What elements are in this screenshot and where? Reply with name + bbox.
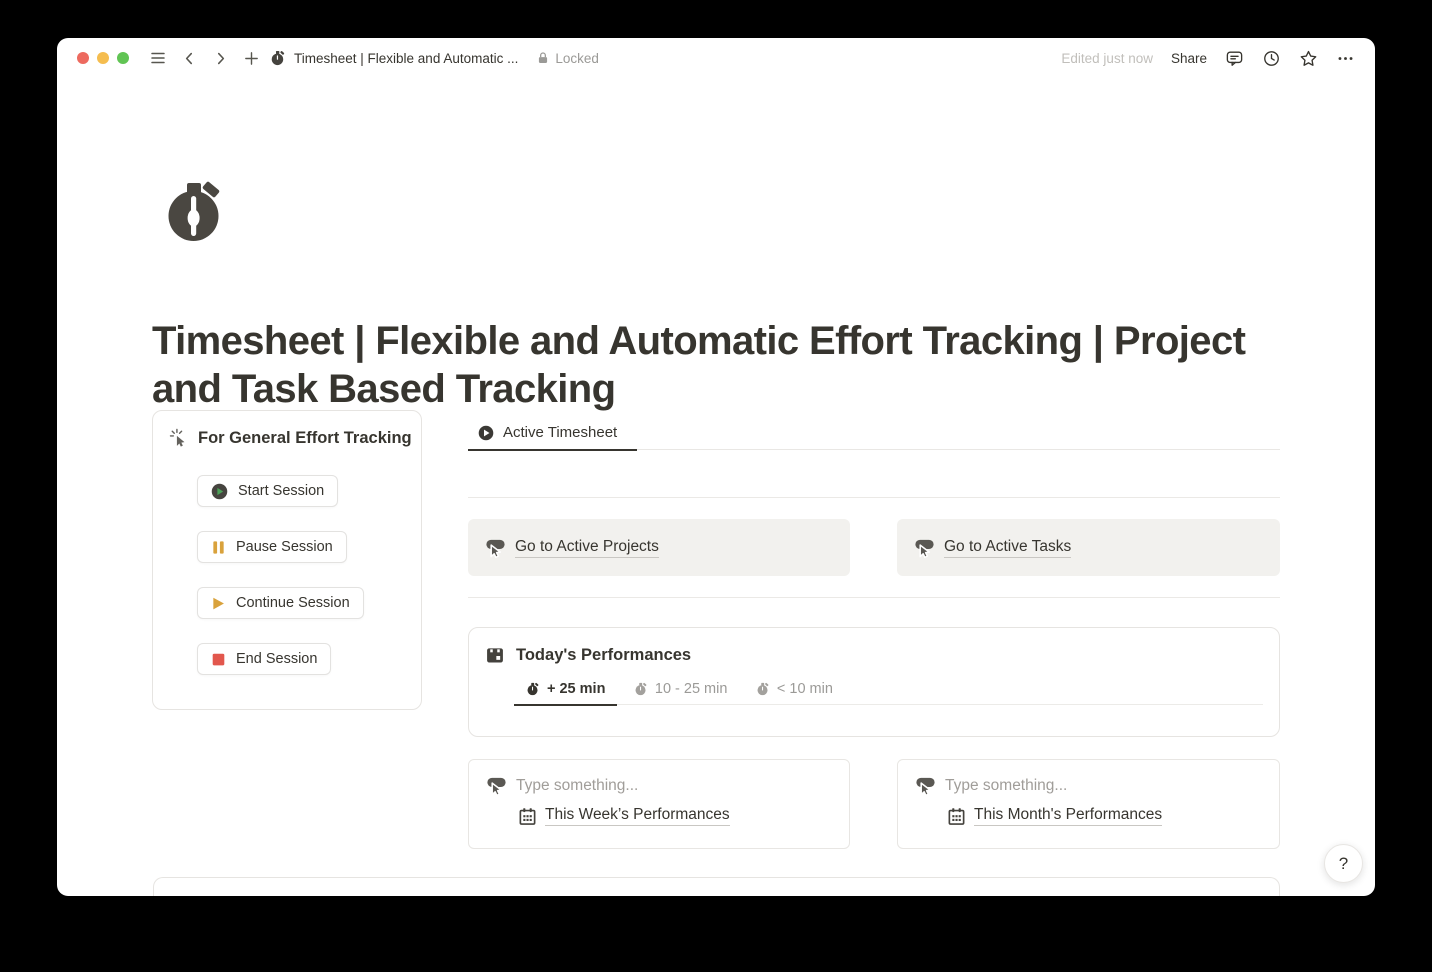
divider: [468, 597, 1280, 598]
type-something-placeholder[interactable]: Type something...: [945, 777, 1067, 795]
continue-session-button[interactable]: Continue Session: [197, 587, 364, 619]
session-button-label: Start Session: [238, 483, 324, 499]
session-button-label: Continue Session: [236, 595, 350, 611]
hand-click-icon: [484, 536, 507, 559]
tab-label: 10 - 25 min: [655, 681, 728, 697]
tab-10-25-min[interactable]: 10 - 25 min: [622, 673, 740, 705]
session-button-label: Pause Session: [236, 539, 333, 555]
effort-tracking-card: For General Effort Tracking Start Sessio…: [152, 410, 422, 710]
go-to-active-projects[interactable]: Go to Active Projects: [468, 519, 850, 576]
share-button[interactable]: Share: [1171, 51, 1207, 66]
back-icon[interactable]: [181, 50, 198, 67]
type-something-placeholder[interactable]: Type something...: [516, 777, 638, 795]
page-tab[interactable]: Timesheet | Flexible and Automatic ...: [270, 50, 518, 66]
divider: [468, 497, 1280, 498]
page-title[interactable]: Timesheet | Flexible and Automatic Effor…: [152, 317, 1248, 413]
favorite-star-icon[interactable]: [1299, 49, 1318, 68]
forward-icon[interactable]: [212, 50, 229, 67]
minimize-window-button[interactable]: [97, 52, 109, 64]
help-button[interactable]: ?: [1324, 844, 1363, 883]
todays-performances-card: Today's Performances + 25 min 10 - 25 mi…: [468, 627, 1280, 737]
hand-click-icon: [913, 536, 936, 559]
stop-icon: [211, 652, 226, 667]
this-week-card: Type something... This Week’s Performanc…: [468, 759, 850, 849]
edited-timestamp: Edited just now: [1061, 51, 1153, 66]
tab-label: + 25 min: [547, 681, 605, 697]
page-stopwatch-icon[interactable]: [163, 178, 227, 242]
this-month-performances-link[interactable]: This Month's Performances: [974, 806, 1162, 826]
history-icon[interactable]: [1262, 49, 1281, 68]
start-session-button[interactable]: Start Session: [197, 475, 338, 507]
stopwatch-icon: [634, 682, 648, 696]
duration-tabbar: + 25 min 10 - 25 min < 10 min: [514, 673, 1263, 705]
tab-under-10-min[interactable]: < 10 min: [744, 673, 845, 705]
window-controls: [77, 52, 129, 64]
shortcut-link[interactable]: Go to Active Tasks: [944, 538, 1071, 558]
next-section-card: [153, 877, 1280, 896]
end-session-button[interactable]: End Session: [197, 643, 331, 675]
tab-label: Active Timesheet: [503, 424, 617, 441]
more-options-icon[interactable]: [1336, 49, 1355, 68]
help-label: ?: [1339, 854, 1348, 874]
tab-plus-25-min[interactable]: + 25 min: [514, 673, 617, 705]
titlebar: Timesheet | Flexible and Automatic ... L…: [57, 38, 1375, 78]
hand-click-icon: [914, 774, 937, 797]
sidebar-menu-icon[interactable]: [149, 49, 167, 67]
play-icon: [211, 596, 226, 611]
calendar-icon: [485, 645, 505, 665]
pause-session-button[interactable]: Pause Session: [197, 531, 347, 563]
lock-icon: [536, 51, 550, 65]
tab-label: < 10 min: [777, 681, 833, 697]
play-circle-icon: [211, 483, 228, 500]
effort-card-title: For General Effort Tracking: [198, 429, 412, 448]
session-button-label: End Session: [236, 651, 317, 667]
calendar-grid-icon: [947, 807, 966, 826]
play-circle-icon: [478, 425, 494, 441]
new-tab-icon[interactable]: [243, 50, 260, 67]
pause-icon: [211, 540, 226, 555]
calendar-grid-icon: [518, 807, 537, 826]
zoom-window-button[interactable]: [117, 52, 129, 64]
comments-icon[interactable]: [1225, 49, 1244, 68]
hand-click-icon: [485, 774, 508, 797]
shortcut-link[interactable]: Go to Active Projects: [515, 538, 659, 558]
locked-indicator[interactable]: Locked: [536, 51, 599, 66]
go-to-active-tasks[interactable]: Go to Active Tasks: [897, 519, 1280, 576]
stopwatch-icon: [526, 682, 540, 696]
timesheet-tabbar: Active Timesheet: [468, 415, 1280, 450]
close-window-button[interactable]: [77, 52, 89, 64]
notion-window: Timesheet | Flexible and Automatic ... L…: [57, 38, 1375, 896]
this-month-card: Type something... This Month's Performan…: [897, 759, 1280, 849]
this-week-performances-link[interactable]: This Week’s Performances: [545, 806, 730, 826]
click-cursor-icon: [169, 428, 189, 448]
stopwatch-icon: [270, 50, 286, 66]
todays-performances-title: Today's Performances: [516, 646, 691, 665]
locked-label: Locked: [555, 51, 599, 66]
tab-title: Timesheet | Flexible and Automatic ...: [294, 51, 518, 66]
tab-active-timesheet[interactable]: Active Timesheet: [468, 415, 637, 450]
stopwatch-icon: [756, 682, 770, 696]
